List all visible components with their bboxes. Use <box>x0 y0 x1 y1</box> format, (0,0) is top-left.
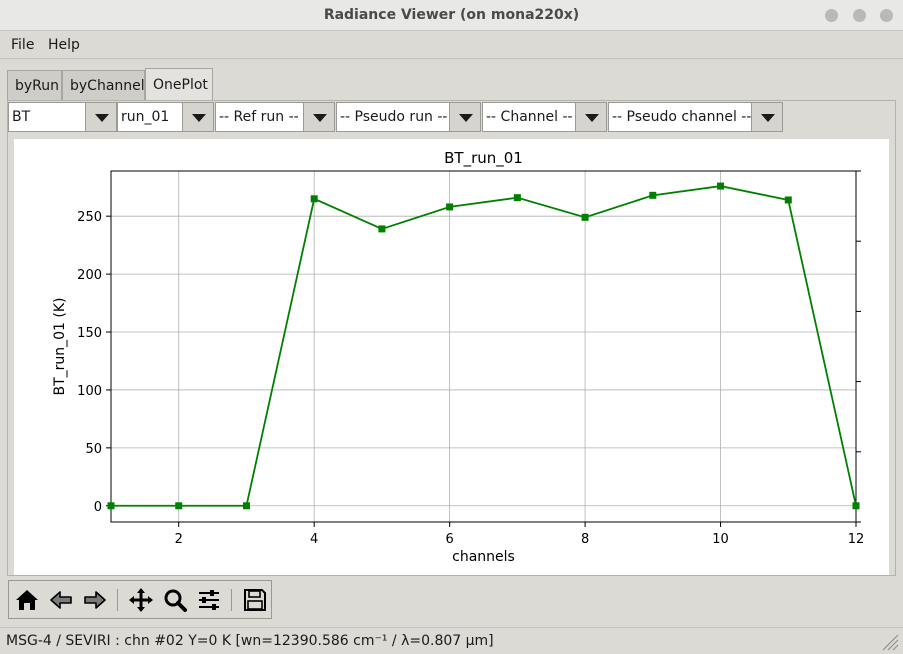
navigation-toolbar <box>8 580 272 619</box>
x-tick-label: 6 <box>445 532 453 547</box>
y-tick-label: 250 <box>77 210 102 225</box>
channel-value: -- Channel -- <box>482 102 576 132</box>
pseudo-run-value: -- Pseudo run -- <box>336 102 450 132</box>
channel-select[interactable]: -- Channel -- <box>482 102 607 132</box>
run-value: run_01 <box>117 102 183 132</box>
quantity-value: BT <box>8 102 86 132</box>
quantity-dropdown-button[interactable] <box>85 102 117 132</box>
triangle-down-icon <box>313 114 327 122</box>
triangle-down-icon <box>95 114 109 122</box>
channel-dropdown-button[interactable] <box>575 102 607 132</box>
tab-bychannel[interactable]: byChannel <box>62 70 145 100</box>
tab-byrun[interactable]: byRun <box>7 70 62 100</box>
pseudo-channel-select[interactable]: -- Pseudo channel -- <box>608 102 783 132</box>
close-button[interactable] <box>880 9 893 22</box>
resize-grip-icon[interactable] <box>879 631 899 651</box>
menu-bar: File Help <box>0 31 903 59</box>
chart-title: BT_run_01 <box>444 149 523 168</box>
back-button[interactable] <box>48 587 74 613</box>
forward-arrow-icon <box>84 591 106 609</box>
x-tick-label: 8 <box>581 532 589 547</box>
zoom-icon <box>164 589 187 612</box>
line-chart[interactable]: 2 4 6 8 10 12 0 50 100 150 200 250 BT_run_01 channels… <box>14 139 889 575</box>
zoom-button[interactable] <box>162 587 188 613</box>
data-point <box>310 195 318 203</box>
menu-file[interactable]: File <box>11 37 34 53</box>
run-select[interactable]: run_01 <box>117 102 214 132</box>
ref-run-select[interactable]: -- Ref run -- <box>215 102 335 132</box>
status-message: MSG-4 / SEVIRI : chn #02 Y=0 K [wn=12390… <box>6 633 494 649</box>
y-tick-label: 200 <box>77 268 102 283</box>
data-point <box>717 182 725 190</box>
data-point <box>513 194 521 202</box>
tab-oneplot[interactable]: OnePlot <box>145 68 213 100</box>
ref-run-value: -- Ref run -- <box>215 102 304 132</box>
pseudo-channel-value: -- Pseudo channel -- <box>608 102 752 132</box>
data-point <box>175 502 183 510</box>
configure-subplots-icon <box>199 590 219 610</box>
x-tick-label: 12 <box>848 532 865 547</box>
forward-button[interactable] <box>82 587 108 613</box>
minimize-button[interactable] <box>825 9 838 22</box>
pseudo-channel-dropdown-button[interactable] <box>751 102 783 132</box>
status-bar: MSG-4 / SEVIRI : chn #02 Y=0 K [wn=12390… <box>0 627 903 654</box>
toolbar-separator <box>117 589 118 611</box>
pan-button[interactable] <box>128 587 154 613</box>
series-line <box>111 185 857 507</box>
pseudo-run-select[interactable]: -- Pseudo run -- <box>336 102 481 132</box>
data-point <box>649 191 657 199</box>
window-title: Radiance Viewer (on mona220x) <box>323 7 580 23</box>
triangle-down-icon <box>761 114 775 122</box>
maximize-button[interactable] <box>853 9 866 22</box>
y-axis-label: BT_run_01 (K) <box>52 297 68 395</box>
toolbar-separator <box>231 589 232 611</box>
run-dropdown-button[interactable] <box>182 102 214 132</box>
ref-run-dropdown-button[interactable] <box>303 102 335 132</box>
configure-subplots-button[interactable] <box>196 587 222 613</box>
y-tick-label: 100 <box>77 384 102 399</box>
data-point <box>446 203 454 211</box>
data-point <box>581 213 589 221</box>
y-tick-label: 50 <box>85 442 102 457</box>
plot-canvas[interactable]: 2 4 6 8 10 12 0 50 100 150 200 250 BT_run_01 channels… <box>14 139 889 575</box>
title-bar: Radiance Viewer (on mona220x) <box>0 0 903 31</box>
x-tick-label: 10 <box>712 532 729 547</box>
data-point <box>242 502 250 510</box>
x-tick-label: 2 <box>175 532 183 547</box>
save-icon <box>244 589 266 611</box>
data-point <box>378 225 386 233</box>
data-point <box>852 502 860 510</box>
y-tick-label: 150 <box>77 326 102 341</box>
pan-icon <box>129 588 153 612</box>
triangle-down-icon <box>585 114 599 122</box>
x-tick-label: 4 <box>310 532 318 547</box>
back-arrow-icon <box>50 591 72 609</box>
pseudo-run-dropdown-button[interactable] <box>449 102 481 132</box>
menu-help[interactable]: Help <box>48 37 80 53</box>
quantity-select[interactable]: BT <box>8 102 117 132</box>
data-point <box>784 196 792 204</box>
save-button[interactable] <box>242 587 268 613</box>
triangle-down-icon <box>192 114 206 122</box>
plot-frame <box>110 170 857 523</box>
home-button[interactable] <box>14 587 40 613</box>
triangle-down-icon <box>459 114 473 122</box>
data-point <box>107 502 115 510</box>
home-icon <box>16 590 38 610</box>
y-tick-label: 0 <box>94 500 102 515</box>
x-axis-label: channels <box>452 549 515 565</box>
